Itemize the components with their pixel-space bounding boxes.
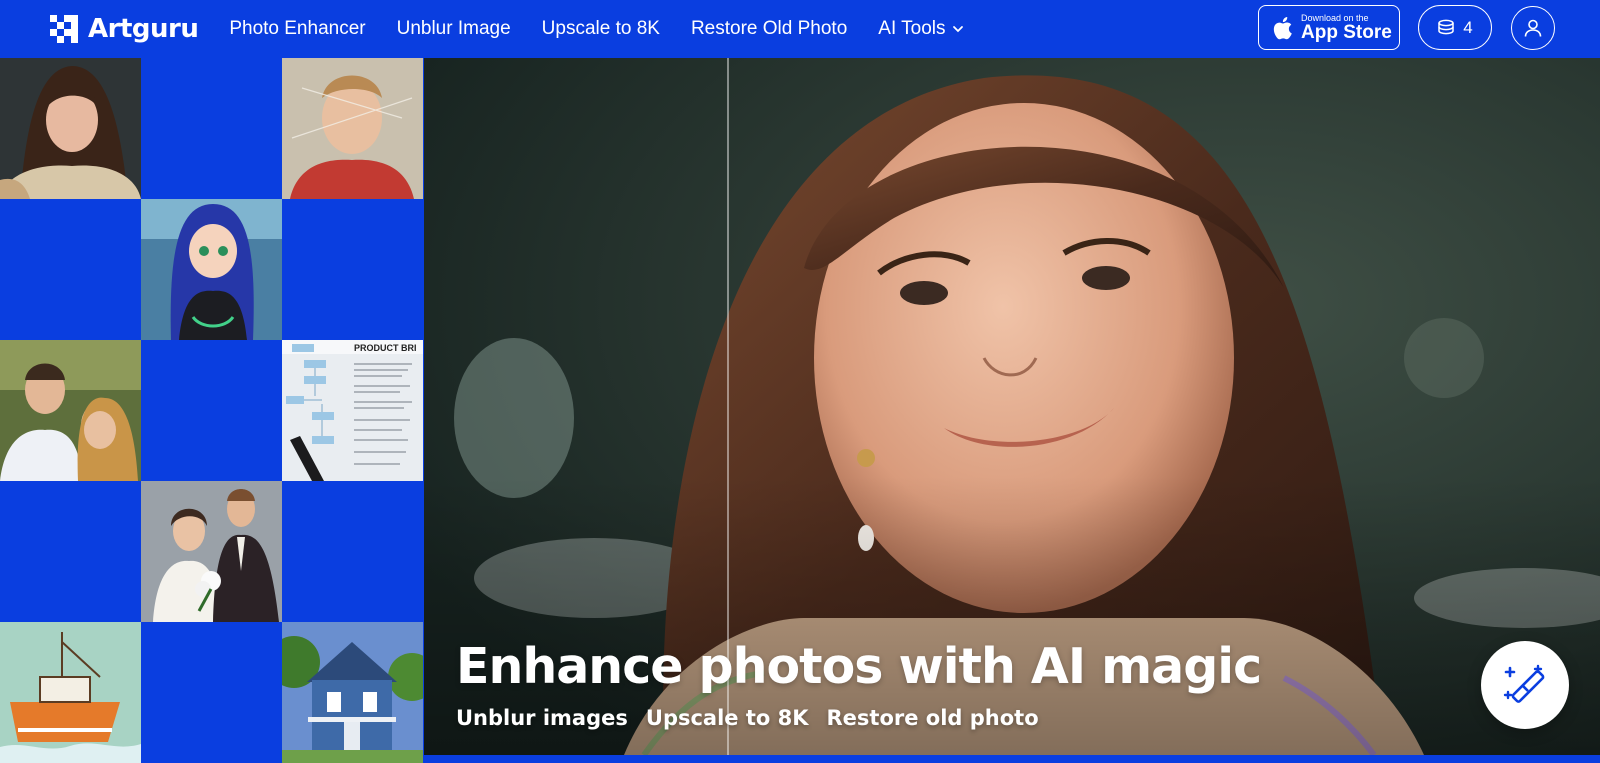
user-icon [1524,19,1542,37]
magic-wand-button[interactable] [1481,641,1569,729]
nav-ai-tools-label: AI Tools [878,18,946,39]
chevron-down-icon [952,26,963,33]
sample-photo-blue-house [282,622,423,763]
hero-link-unblur-images[interactable]: Unblur images [456,706,628,730]
sample-photo-product-brief-document: PRODUCT BRI [282,340,423,481]
nav-ai-tools-dropdown[interactable]: AI Tools [878,18,963,40]
hero-link-upscale-8k[interactable]: Upscale to 8K [646,706,809,730]
nav-upscale-8k[interactable]: Upscale to 8K [542,18,660,40]
magic-wand-icon [1503,664,1545,703]
nav-unblur-image[interactable]: Unblur Image [397,18,511,40]
main-nav: Photo Enhancer Unblur Image Upscale to 8… [229,18,994,40]
hero-feature-links: Unblur images Upscale to 8K Restore old … [456,706,1039,730]
app-store-small-text: Download on the [1301,12,1369,23]
nav-photo-enhancer[interactable]: Photo Enhancer [229,18,365,40]
brand-name: Artguru [88,14,199,44]
apple-icon [1273,16,1292,39]
app-store-button[interactable]: Download on the App Store [1258,5,1400,50]
credits-count: 4 [1463,17,1473,37]
sample-photo-wedding-couple [141,481,282,622]
sample-photo-old-boy [282,58,423,199]
top-navbar: Artguru Photo Enhancer Unblur Image Upsc… [0,0,1600,58]
nav-restore-old-photo[interactable]: Restore Old Photo [691,18,847,40]
sample-photo-couple [0,340,141,481]
hero-title: Enhance photos with AI magic [456,638,1262,695]
sample-photo-boat-illustration [0,622,141,763]
sample-photo-grid: PRODUCT BRI [0,58,424,763]
sample-photo-woman-portrait [0,58,141,199]
hero-link-restore-old-photo[interactable]: Restore old photo [827,706,1039,730]
credits-button[interactable]: 4 [1418,5,1492,50]
svg-text:PRODUCT BRI: PRODUCT BRI [354,343,417,353]
account-button[interactable] [1511,6,1555,50]
hero-section: Enhance photos with AI magic Unblur imag… [424,58,1600,755]
app-store-big-text: App Store [1301,21,1392,43]
sample-photo-anime-character [141,199,282,340]
coins-icon [1438,19,1455,34]
brand-logo[interactable]: Artguru [48,0,199,58]
artguru-logo-icon [50,15,78,43]
